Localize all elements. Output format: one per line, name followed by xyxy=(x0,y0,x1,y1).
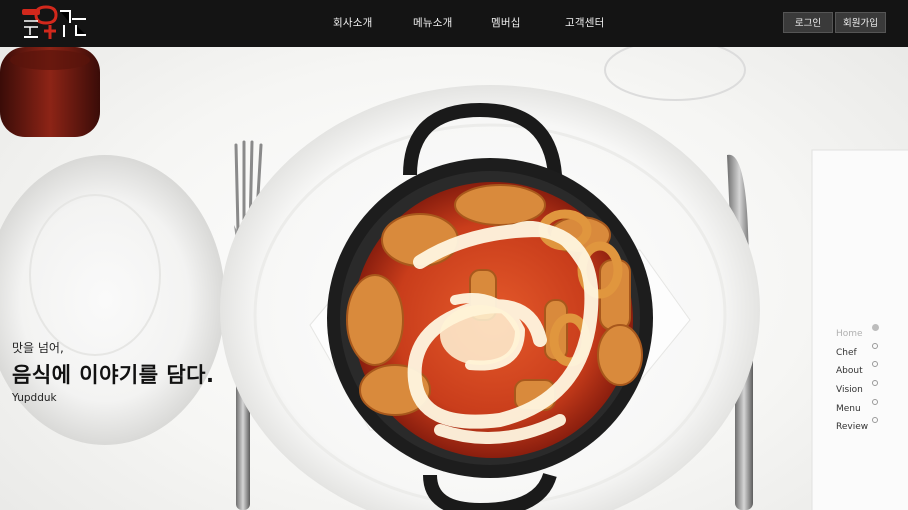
section-nav-label: Menu xyxy=(836,403,861,414)
section-dot-icon xyxy=(872,324,879,331)
section-nav-chef[interactable]: Chef xyxy=(836,340,886,359)
nav-item-membership[interactable]: 멤버십 xyxy=(491,0,523,47)
login-button[interactable]: 로그인 xyxy=(783,12,833,33)
hero-subtitle: 맛을 넘어, xyxy=(12,341,64,355)
hero-image xyxy=(0,0,908,510)
section-nav-label: Review xyxy=(836,422,869,433)
nav-item-support[interactable]: 고객센터 xyxy=(565,0,609,47)
nav-item-company[interactable]: 회사소개 xyxy=(333,0,375,47)
section-nav-label: About xyxy=(836,366,863,377)
section-dot-icon xyxy=(872,361,878,368)
section-dot-icon xyxy=(872,417,878,424)
signup-button[interactable]: 회원가입 xyxy=(835,12,886,33)
section-nav-label: Vision xyxy=(836,385,863,396)
section-nav-about[interactable]: About xyxy=(836,358,886,377)
hero-brand: Yupdduk xyxy=(12,392,57,404)
section-nav-menu[interactable]: Menu xyxy=(836,396,886,415)
section-dot-icon xyxy=(872,398,878,405)
hero-tagline: 맛을 넘어, 음식에 이야기를 담다. Yupdduk xyxy=(12,339,214,404)
section-nav-review[interactable]: Review xyxy=(836,414,886,433)
top-navigation-bar: 회사소개 메뉴소개 멤버십 고객센터 로그인 회원가입 xyxy=(0,0,908,47)
hero-title: 음식에 이야기를 담다. xyxy=(12,363,215,387)
brand-logo[interactable] xyxy=(20,5,100,43)
section-dot-icon xyxy=(872,380,878,387)
section-nav: Home Chef About Vision Menu Review xyxy=(836,321,886,433)
section-nav-vision[interactable]: Vision xyxy=(836,377,886,396)
section-nav-label: Home xyxy=(836,329,863,339)
logo-mark-icon xyxy=(22,5,86,39)
hero-food-illustration xyxy=(0,39,908,510)
section-nav-label: Chef xyxy=(836,347,857,358)
nav-item-menu[interactable]: 메뉴소개 xyxy=(413,0,455,47)
section-nav-home[interactable]: Home xyxy=(836,321,886,340)
section-dot-icon xyxy=(872,342,878,349)
main-nav: 회사소개 메뉴소개 멤버십 고객센터 xyxy=(333,0,609,47)
